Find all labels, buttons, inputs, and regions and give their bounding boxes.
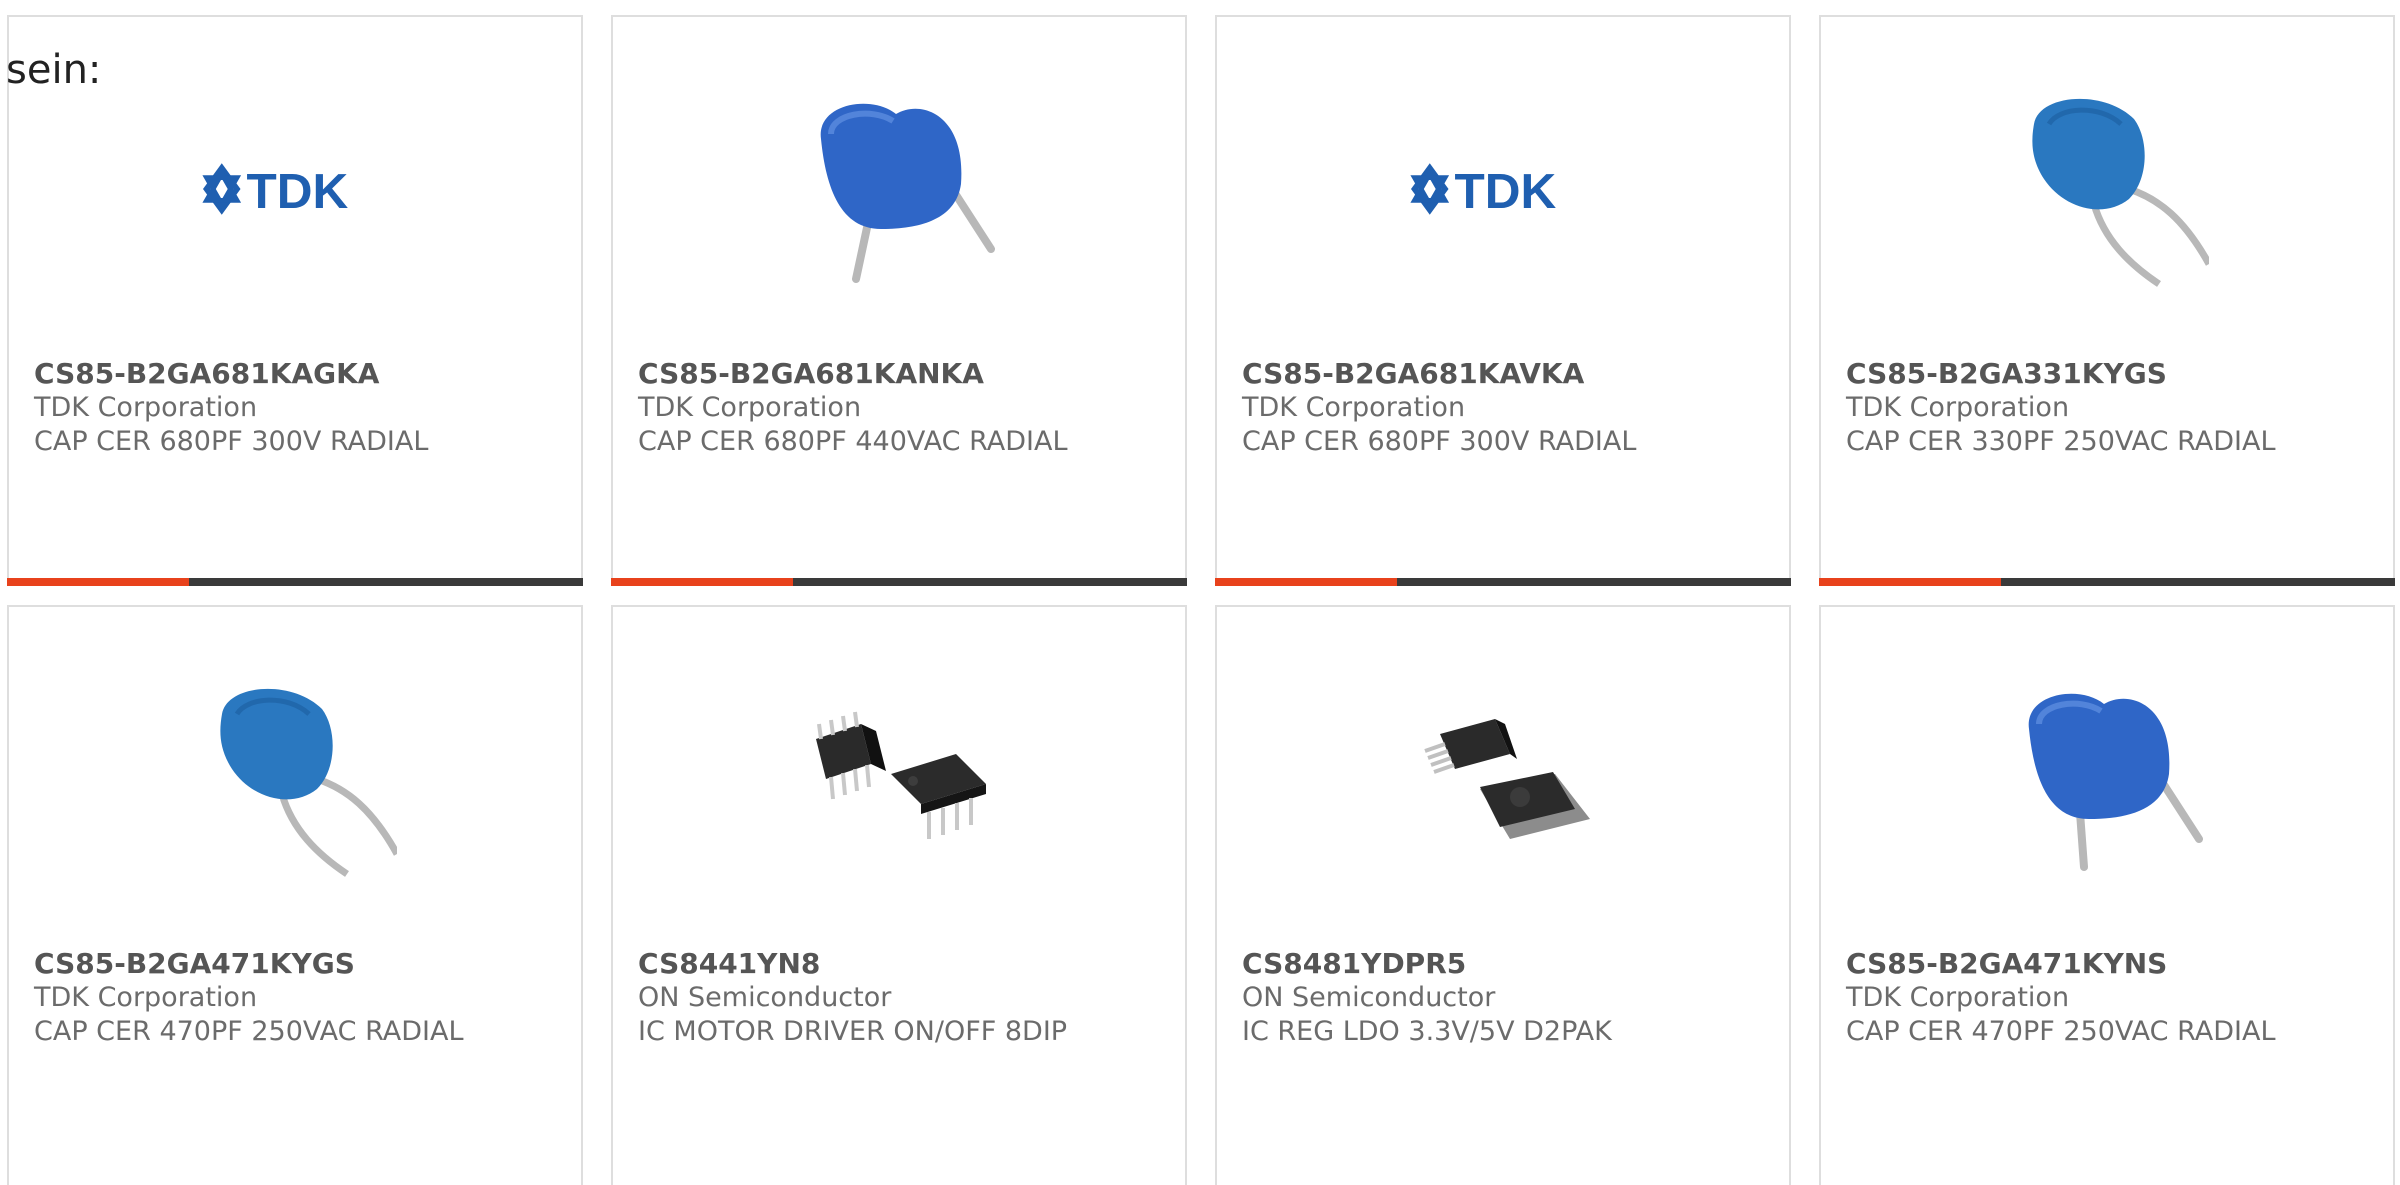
manufacturer: TDK Corporation bbox=[1846, 982, 2070, 1013]
card-footer-bar bbox=[7, 578, 583, 586]
part-number[interactable]: CS85-B2GA471KYGS bbox=[34, 947, 561, 981]
manufacturer: TDK Corporation bbox=[1242, 392, 1466, 423]
capacitor-icon bbox=[820, 103, 995, 283]
card-footer-bar bbox=[611, 578, 1187, 586]
part-number[interactable]: CS8481YDPR5 bbox=[1242, 947, 1769, 981]
product-image bbox=[801, 679, 1001, 879]
part-number[interactable]: CS85-B2GA471KYNS bbox=[1846, 947, 2373, 981]
logo-text: TDK bbox=[247, 164, 349, 219]
capacitor-icon bbox=[2032, 98, 2209, 287]
product-image: TDK bbox=[1405, 89, 1605, 289]
manufacturer: TDK Corporation bbox=[1846, 392, 2070, 423]
description: IC REG LDO 3.3V/5V D2PAK bbox=[1242, 1016, 1612, 1047]
capacitor-icon bbox=[220, 688, 397, 877]
logo-text: TDK bbox=[1455, 164, 1557, 219]
description: CAP CER 680PF 300V RADIAL bbox=[34, 426, 429, 457]
product-card[interactable]: TDK CS85-B2GA681KAGKA TDK Corporation CA… bbox=[7, 15, 583, 586]
intro-text: sein: bbox=[6, 47, 102, 93]
part-number[interactable]: CS85-B2GA331KYGS bbox=[1846, 357, 2373, 391]
part-number[interactable]: CS85-B2GA681KAVKA bbox=[1242, 357, 1769, 391]
product-image bbox=[2009, 89, 2209, 289]
d2pak-ic-icon bbox=[1424, 719, 1590, 839]
product-card[interactable]: CS85-B2GA471KYGS TDK Corporation CAP CER… bbox=[7, 605, 583, 1185]
manufacturer: ON Semiconductor bbox=[1242, 982, 1496, 1013]
description: CAP CER 680PF 440VAC RADIAL bbox=[638, 426, 1068, 457]
description: CAP CER 680PF 300V RADIAL bbox=[1242, 426, 1637, 457]
product-card[interactable]: CS85-B2GA331KYGS TDK Corporation CAP CER… bbox=[1819, 15, 2395, 586]
description: CAP CER 330PF 250VAC RADIAL bbox=[1846, 426, 2276, 457]
description: IC MOTOR DRIVER ON/OFF 8DIP bbox=[638, 1016, 1068, 1047]
part-number[interactable]: CS8441YN8 bbox=[638, 947, 1165, 981]
manufacturer: ON Semiconductor bbox=[638, 982, 892, 1013]
product-image bbox=[801, 89, 1001, 289]
manufacturer: TDK Corporation bbox=[34, 392, 258, 423]
product-image: TDK bbox=[197, 89, 397, 289]
product-card[interactable]: CS85-B2GA471KYNS TDK Corporation CAP CER… bbox=[1819, 605, 2395, 1185]
description: CAP CER 470PF 250VAC RADIAL bbox=[34, 1016, 464, 1047]
product-card[interactable]: CS85-B2GA681KANKA TDK Corporation CAP CE… bbox=[611, 15, 1187, 586]
tdk-logo-icon: TDK bbox=[1410, 163, 1557, 219]
dip8-ic-icon bbox=[816, 711, 986, 839]
card-footer-bar bbox=[1215, 578, 1791, 586]
tdk-logo-icon: TDK bbox=[202, 163, 349, 219]
description: CAP CER 470PF 250VAC RADIAL bbox=[1846, 1016, 2276, 1047]
part-number[interactable]: CS85-B2GA681KAGKA bbox=[34, 357, 561, 391]
product-card[interactable]: TDK CS85-B2GA681KAVKA TDK Corporation CA… bbox=[1215, 15, 1791, 586]
product-image bbox=[2009, 679, 2209, 879]
product-image bbox=[1405, 679, 1605, 879]
card-footer-bar bbox=[1819, 578, 2395, 586]
product-card[interactable]: CS8441YN8 ON Semiconductor IC MOTOR DRIV… bbox=[611, 605, 1187, 1185]
product-card[interactable]: CS8481YDPR5 ON Semiconductor IC REG LDO … bbox=[1215, 605, 1791, 1185]
manufacturer: TDK Corporation bbox=[638, 392, 862, 423]
capacitor-icon bbox=[2028, 693, 2203, 871]
part-number[interactable]: CS85-B2GA681KANKA bbox=[638, 357, 1165, 391]
product-image bbox=[197, 679, 397, 879]
manufacturer: TDK Corporation bbox=[34, 982, 258, 1013]
